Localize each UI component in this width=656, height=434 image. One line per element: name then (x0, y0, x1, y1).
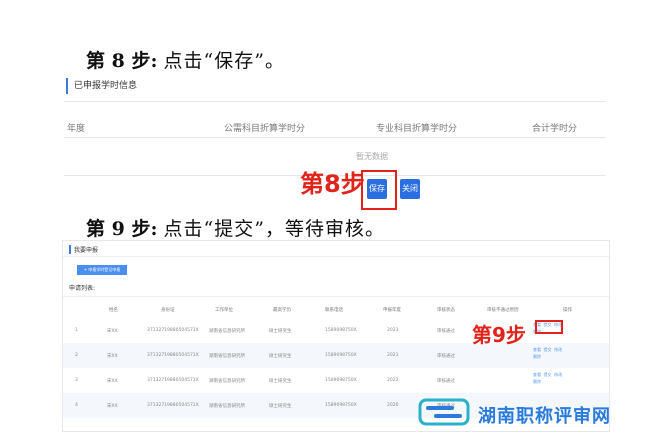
cell-name: 宋XX (107, 354, 118, 359)
col-unit: 工作单位 (215, 308, 233, 313)
cell-phone: 1589098750X (325, 378, 357, 383)
col-header-year: 年度 (67, 124, 86, 134)
cell-status: 审核通过 (437, 329, 455, 334)
step8-heading: 第 8 步: 点击“保存”。 (86, 46, 285, 73)
close-button[interactable]: 关闭 (400, 179, 420, 199)
panel-title: 我要申报 (69, 245, 98, 254)
col-header-total: 合计学时分 (532, 124, 578, 134)
step8-annotation: 第8步 (300, 170, 365, 198)
cell-id: 37132719880504571X (147, 353, 199, 358)
view-link[interactable]: 查看 (533, 372, 541, 377)
cell-id: 37132719880504571X (147, 378, 199, 383)
table-row: 1 宋XX 37132719880504571X 湖南省信息研究所 硕士研究生 … (63, 318, 609, 343)
row-actions: 查看 提交 修改 删除 (533, 371, 605, 385)
cell-unit: 湖南省信息研究所 (209, 354, 245, 359)
cell-year: 2020 (387, 403, 399, 408)
cell-unit: 湖南省信息研究所 (209, 379, 245, 384)
step9-heading: 第 9 步: 点击“提交”，等待审核。 (86, 214, 385, 241)
section-title: 已申报学时信息 (66, 78, 137, 94)
cell-phone: 1589098750X (325, 403, 357, 408)
row-actions: 查看 提交 修改 删除 (533, 346, 605, 360)
cell-edu: 硕士研究生 (269, 379, 292, 384)
cell-id: 37132719880504571X (147, 328, 199, 333)
step8-text: 点击“保存”。 (163, 50, 285, 72)
watermark-logo-icon (418, 398, 470, 426)
row-index: 3 (75, 378, 78, 383)
col-reason: 审核不通过原因 (487, 308, 519, 313)
cell-status: 审核通过 (437, 354, 455, 359)
watermark-text: 湖南职称评审网 (478, 406, 611, 427)
step9-annotation: 第9步 (472, 323, 526, 347)
cell-edu: 硕士研究生 (269, 404, 292, 409)
col-ops: 操作 (563, 308, 572, 313)
table-row: 3 宋XX 37132719880504571X 湖南省信息研究所 硕士研究生 … (63, 368, 609, 393)
cell-status: 审核通过 (437, 379, 455, 384)
cell-name: 宋XX (107, 329, 118, 334)
submit-link[interactable]: 提交 (544, 372, 552, 377)
col-year: 申报年度 (383, 308, 401, 313)
col-header-public: 公需科目折算学时分 (224, 124, 306, 134)
row-index: 2 (75, 353, 78, 358)
divider (63, 296, 609, 297)
row-index: 1 (75, 328, 78, 333)
cell-id: 37132719880504571X (147, 403, 199, 408)
table-row: 2 宋XX 37132719880504571X 湖南省信息研究所 硕士研究生 … (63, 343, 609, 368)
col-id: 身份证 (161, 308, 175, 313)
col-edu: 最高学历 (273, 308, 291, 313)
cell-unit: 湖南省信息研究所 (209, 329, 245, 334)
cell-year: 2021 (387, 353, 399, 358)
cell-edu: 硕士研究生 (269, 329, 292, 334)
add-application-button[interactable]: + 申报学时登记申报 (77, 265, 127, 275)
col-name: 姓名 (109, 308, 118, 313)
row-index: 4 (75, 403, 78, 408)
col-phone: 联系电话 (325, 308, 343, 313)
edit-link[interactable]: 修改 (554, 347, 562, 352)
submit-link[interactable]: 提交 (544, 347, 552, 352)
delete-link[interactable]: 删除 (533, 379, 541, 384)
highlight-box (535, 320, 563, 334)
save-button[interactable]: 保存 (367, 179, 387, 199)
divider (64, 137, 606, 138)
divider (63, 256, 609, 257)
cell-year: 2022 (387, 378, 399, 383)
step9-label: 第 9 步: (86, 218, 158, 240)
col-header-professional: 专业科目折算学时分 (376, 124, 458, 134)
delete-link[interactable]: 删除 (533, 354, 541, 359)
cell-phone: 1589098750X (325, 328, 357, 333)
step8-label: 第 8 步: (86, 50, 158, 72)
empty-text: 暂无数据 (356, 152, 388, 161)
step9-text: 点击“提交”，等待审核。 (163, 218, 385, 240)
cell-name: 宋XX (107, 404, 118, 409)
edit-link[interactable]: 修改 (554, 372, 562, 377)
cell-name: 宋XX (107, 379, 118, 384)
view-link[interactable]: 查看 (533, 347, 541, 352)
list-title: 申请列表: (69, 285, 96, 292)
cell-phone: 1589098750X (325, 353, 357, 358)
cell-unit: 湖南省信息研究所 (209, 404, 245, 409)
cell-edu: 硕士研究生 (269, 354, 292, 359)
divider (64, 101, 606, 102)
cell-year: 2023 (387, 328, 399, 333)
col-status: 审核状态 (437, 308, 455, 313)
